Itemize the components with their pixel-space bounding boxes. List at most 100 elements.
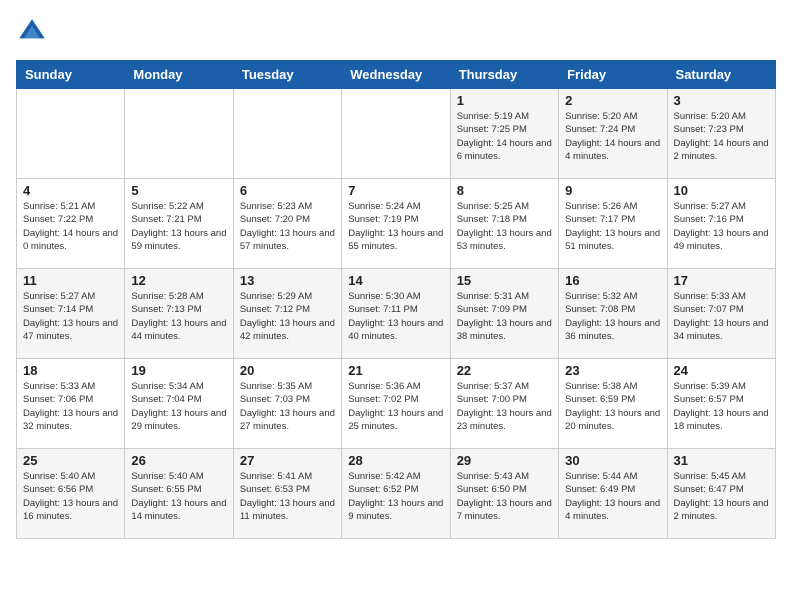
days-of-week-row: SundayMondayTuesdayWednesdayThursdayFrid… (17, 61, 776, 89)
day-info: Sunrise: 5:21 AM Sunset: 7:22 PM Dayligh… (23, 200, 118, 253)
day-number: 31 (674, 453, 769, 468)
day-info: Sunrise: 5:20 AM Sunset: 7:24 PM Dayligh… (565, 110, 660, 163)
day-number: 3 (674, 93, 769, 108)
calendar-week-row: 4Sunrise: 5:21 AM Sunset: 7:22 PM Daylig… (17, 179, 776, 269)
day-info: Sunrise: 5:40 AM Sunset: 6:55 PM Dayligh… (131, 470, 226, 523)
day-info: Sunrise: 5:41 AM Sunset: 6:53 PM Dayligh… (240, 470, 335, 523)
calendar-day-cell: 20 Sunrise: 5:35 AM Sunset: 7:03 PM Dayli… (233, 359, 341, 449)
calendar-body: 1 Sunrise: 5:19 AM Sunset: 7:25 PM Daylig… (17, 89, 776, 539)
calendar-day-cell (233, 89, 341, 179)
calendar-day-cell: 3Sunrise: 5:20 AM Sunset: 7:23 PM Daylig… (667, 89, 775, 179)
day-number: 30 (565, 453, 660, 468)
day-of-week-header: Thursday (450, 61, 558, 89)
day-info: Sunrise: 5:43 AM Sunset: 6:50 PM Dayligh… (457, 470, 552, 523)
day-of-week-header: Monday (125, 61, 233, 89)
day-info: Sunrise: 5:28 AM Sunset: 7:13 PM Dayligh… (131, 290, 226, 343)
day-number: 25 (23, 453, 118, 468)
day-info: Sunrise: 5:27 AM Sunset: 7:14 PM Dayligh… (23, 290, 118, 343)
day-info: Sunrise: 5:26 AM Sunset: 7:17 PM Dayligh… (565, 200, 660, 253)
day-info: Sunrise: 5:30 AM Sunset: 7:11 PM Dayligh… (348, 290, 443, 343)
day-of-week-header: Wednesday (342, 61, 450, 89)
calendar-day-cell: 16 Sunrise: 5:32 AM Sunset: 7:08 PM Dayli… (559, 269, 667, 359)
day-number: 19 (131, 363, 226, 378)
day-number: 17 (674, 273, 769, 288)
day-of-week-header: Saturday (667, 61, 775, 89)
day-number: 12 (131, 273, 226, 288)
calendar-header: SundayMondayTuesdayWednesdayThursdayFrid… (17, 61, 776, 89)
calendar-day-cell: 9 Sunrise: 5:26 AM Sunset: 7:17 PM Daylig… (559, 179, 667, 269)
logo-icon (16, 16, 48, 48)
day-number: 26 (131, 453, 226, 468)
calendar-day-cell: 1 Sunrise: 5:19 AM Sunset: 7:25 PM Daylig… (450, 89, 558, 179)
calendar-week-row: 25Sunrise: 5:40 AM Sunset: 6:56 PM Dayli… (17, 449, 776, 539)
calendar-day-cell: 22 Sunrise: 5:37 AM Sunset: 7:00 PM Dayli… (450, 359, 558, 449)
day-info: Sunrise: 5:24 AM Sunset: 7:19 PM Dayligh… (348, 200, 443, 253)
day-info: Sunrise: 5:22 AM Sunset: 7:21 PM Dayligh… (131, 200, 226, 253)
calendar-day-cell: 26 Sunrise: 5:40 AM Sunset: 6:55 PM Dayli… (125, 449, 233, 539)
day-number: 10 (674, 183, 769, 198)
day-number: 29 (457, 453, 552, 468)
day-number: 13 (240, 273, 335, 288)
calendar-day-cell: 27Sunrise: 5:41 AM Sunset: 6:53 PM Dayli… (233, 449, 341, 539)
day-info: Sunrise: 5:39 AM Sunset: 6:57 PM Dayligh… (674, 380, 769, 433)
calendar-day-cell: 31 Sunrise: 5:45 AM Sunset: 6:47 PM Dayli… (667, 449, 775, 539)
day-info: Sunrise: 5:25 AM Sunset: 7:18 PM Dayligh… (457, 200, 552, 253)
calendar-day-cell: 4Sunrise: 5:21 AM Sunset: 7:22 PM Daylig… (17, 179, 125, 269)
calendar-day-cell: 25Sunrise: 5:40 AM Sunset: 6:56 PM Dayli… (17, 449, 125, 539)
calendar-day-cell: 8Sunrise: 5:25 AM Sunset: 7:18 PM Daylig… (450, 179, 558, 269)
calendar-day-cell: 2 Sunrise: 5:20 AM Sunset: 7:24 PM Daylig… (559, 89, 667, 179)
calendar-week-row: 1 Sunrise: 5:19 AM Sunset: 7:25 PM Daylig… (17, 89, 776, 179)
calendar-day-cell: 14 Sunrise: 5:30 AM Sunset: 7:11 PM Dayli… (342, 269, 450, 359)
day-info: Sunrise: 5:32 AM Sunset: 7:08 PM Dayligh… (565, 290, 660, 343)
day-number: 2 (565, 93, 660, 108)
calendar-table: SundayMondayTuesdayWednesdayThursdayFrid… (16, 60, 776, 539)
calendar-day-cell: 23 Sunrise: 5:38 AM Sunset: 6:59 PM Dayli… (559, 359, 667, 449)
calendar-day-cell: 21 Sunrise: 5:36 AM Sunset: 7:02 PM Dayli… (342, 359, 450, 449)
day-number: 21 (348, 363, 443, 378)
day-info: Sunrise: 5:27 AM Sunset: 7:16 PM Dayligh… (674, 200, 769, 253)
day-info: Sunrise: 5:37 AM Sunset: 7:00 PM Dayligh… (457, 380, 552, 433)
day-number: 16 (565, 273, 660, 288)
day-number: 24 (674, 363, 769, 378)
calendar-day-cell: 11Sunrise: 5:27 AM Sunset: 7:14 PM Dayli… (17, 269, 125, 359)
day-info: Sunrise: 5:36 AM Sunset: 7:02 PM Dayligh… (348, 380, 443, 433)
day-number: 20 (240, 363, 335, 378)
day-number: 5 (131, 183, 226, 198)
calendar-day-cell: 7 Sunrise: 5:24 AM Sunset: 7:19 PM Daylig… (342, 179, 450, 269)
day-info: Sunrise: 5:45 AM Sunset: 6:47 PM Dayligh… (674, 470, 769, 523)
calendar-day-cell (342, 89, 450, 179)
day-info: Sunrise: 5:33 AM Sunset: 7:06 PM Dayligh… (23, 380, 118, 433)
day-info: Sunrise: 5:34 AM Sunset: 7:04 PM Dayligh… (131, 380, 226, 433)
calendar-week-row: 11Sunrise: 5:27 AM Sunset: 7:14 PM Dayli… (17, 269, 776, 359)
day-info: Sunrise: 5:35 AM Sunset: 7:03 PM Dayligh… (240, 380, 335, 433)
day-info: Sunrise: 5:42 AM Sunset: 6:52 PM Dayligh… (348, 470, 443, 523)
calendar-day-cell: 19 Sunrise: 5:34 AM Sunset: 7:04 PM Dayli… (125, 359, 233, 449)
calendar-day-cell: 10 Sunrise: 5:27 AM Sunset: 7:16 PM Dayli… (667, 179, 775, 269)
calendar-day-cell: 29 Sunrise: 5:43 AM Sunset: 6:50 PM Dayli… (450, 449, 558, 539)
day-number: 9 (565, 183, 660, 198)
day-info: Sunrise: 5:33 AM Sunset: 7:07 PM Dayligh… (674, 290, 769, 343)
day-number: 1 (457, 93, 552, 108)
calendar-day-cell: 12 Sunrise: 5:28 AM Sunset: 7:13 PM Dayli… (125, 269, 233, 359)
day-number: 14 (348, 273, 443, 288)
page-header (16, 16, 776, 48)
day-number: 23 (565, 363, 660, 378)
day-number: 22 (457, 363, 552, 378)
calendar-day-cell (125, 89, 233, 179)
calendar-day-cell: 6Sunrise: 5:23 AM Sunset: 7:20 PM Daylig… (233, 179, 341, 269)
day-info: Sunrise: 5:29 AM Sunset: 7:12 PM Dayligh… (240, 290, 335, 343)
calendar-day-cell: 30 Sunrise: 5:44 AM Sunset: 6:49 PM Dayli… (559, 449, 667, 539)
day-info: Sunrise: 5:44 AM Sunset: 6:49 PM Dayligh… (565, 470, 660, 523)
calendar-day-cell (17, 89, 125, 179)
day-info: Sunrise: 5:19 AM Sunset: 7:25 PM Dayligh… (457, 110, 552, 163)
day-of-week-header: Sunday (17, 61, 125, 89)
calendar-day-cell: 18Sunrise: 5:33 AM Sunset: 7:06 PM Dayli… (17, 359, 125, 449)
calendar-day-cell: 24 Sunrise: 5:39 AM Sunset: 6:57 PM Dayli… (667, 359, 775, 449)
day-number: 28 (348, 453, 443, 468)
day-number: 15 (457, 273, 552, 288)
day-info: Sunrise: 5:31 AM Sunset: 7:09 PM Dayligh… (457, 290, 552, 343)
day-info: Sunrise: 5:38 AM Sunset: 6:59 PM Dayligh… (565, 380, 660, 433)
day-info: Sunrise: 5:23 AM Sunset: 7:20 PM Dayligh… (240, 200, 335, 253)
day-of-week-header: Tuesday (233, 61, 341, 89)
day-number: 7 (348, 183, 443, 198)
